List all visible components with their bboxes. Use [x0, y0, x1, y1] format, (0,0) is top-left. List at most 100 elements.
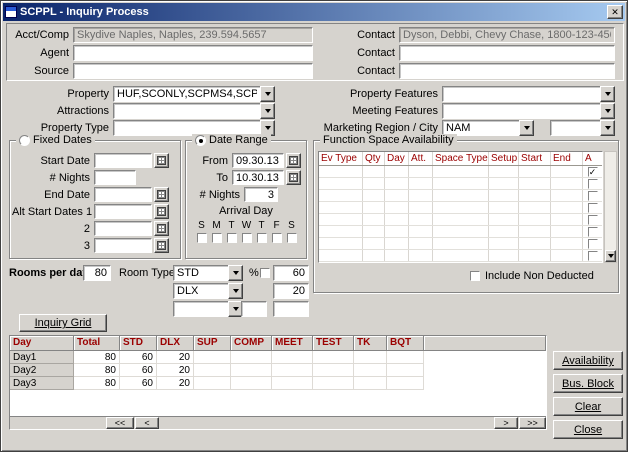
- grid-row[interactable]: Day2806020: [10, 364, 546, 377]
- room-type-3-input[interactable]: [173, 301, 229, 317]
- attractions-dropdown-button[interactable]: [260, 103, 275, 119]
- from-calendar-button[interactable]: [286, 153, 301, 168]
- from-date-field[interactable]: [232, 153, 284, 168]
- attractions-label: Attractions: [1, 104, 109, 119]
- function-space-cell: [551, 202, 583, 213]
- to-date-field[interactable]: [232, 170, 284, 185]
- availability-checkbox[interactable]: [588, 191, 598, 201]
- room-type-2-input[interactable]: [173, 283, 229, 299]
- acct-contact-field[interactable]: [399, 27, 615, 43]
- source-field[interactable]: [73, 63, 313, 79]
- acct-comp-field[interactable]: [73, 27, 313, 43]
- availability-checkbox[interactable]: [588, 203, 598, 213]
- room-type-2-value-field[interactable]: [273, 283, 309, 299]
- alt-start-3-field[interactable]: [94, 238, 152, 253]
- close-action-button[interactable]: Close: [553, 420, 623, 439]
- availability-checkbox[interactable]: [588, 251, 598, 261]
- date-range-radio[interactable]: [195, 135, 206, 146]
- start-date-calendar-button[interactable]: [154, 153, 169, 168]
- bus-block-button[interactable]: Bus. Block: [553, 374, 623, 393]
- function-space-cell: [385, 214, 409, 225]
- scroll-down-button[interactable]: [605, 250, 616, 262]
- function-space-row[interactable]: ✓: [319, 166, 602, 178]
- function-space-cell: [409, 250, 433, 261]
- property-combo-input[interactable]: [113, 86, 261, 102]
- arrival-day-checkbox[interactable]: [227, 233, 237, 243]
- availability-checkbox[interactable]: [588, 227, 598, 237]
- availability-button[interactable]: Availability: [553, 351, 623, 370]
- room-type-3-value-field[interactable]: [273, 301, 309, 317]
- grid-cell: [231, 351, 272, 364]
- function-space-cell: [489, 202, 519, 213]
- alt-start-2-field[interactable]: [94, 221, 152, 236]
- property-dropdown-button[interactable]: [260, 86, 275, 102]
- meeting-features-input[interactable]: [442, 103, 601, 119]
- agent-field[interactable]: [73, 45, 313, 61]
- marketing-city-input[interactable]: [550, 120, 601, 136]
- grid-prev-button[interactable]: <: [135, 417, 159, 429]
- grid-row[interactable]: Day3806020: [10, 377, 546, 390]
- marketing-city-dropdown-button[interactable]: [600, 120, 615, 136]
- arrival-day-checkbox[interactable]: [287, 233, 297, 243]
- inquiry-grid-button[interactable]: Inquiry Grid: [19, 314, 107, 332]
- grid-day-cell: Day3: [10, 377, 74, 390]
- rooms-per-day-field[interactable]: [83, 265, 111, 281]
- function-space-row[interactable]: [319, 250, 602, 262]
- availability-checkbox[interactable]: [588, 215, 598, 225]
- function-space-row[interactable]: [319, 190, 602, 202]
- source-contact-field[interactable]: [399, 63, 615, 79]
- alt-start-3-calendar-button[interactable]: [154, 238, 169, 253]
- grid-header: Total: [74, 336, 120, 351]
- arrival-day-checkbox[interactable]: [212, 233, 222, 243]
- availability-checkbox[interactable]: ✓: [588, 167, 598, 177]
- end-date-calendar-button[interactable]: [154, 187, 169, 202]
- start-date-field[interactable]: [94, 153, 152, 168]
- room-type-1-dropdown-button[interactable]: [228, 265, 243, 281]
- grid-day-cell: Day1: [10, 351, 74, 364]
- arrival-day-checkbox[interactable]: [242, 233, 252, 243]
- clear-button[interactable]: Clear: [553, 397, 623, 416]
- arrival-day-checkbox[interactable]: [272, 233, 282, 243]
- agent-contact-field[interactable]: [399, 45, 615, 61]
- function-space-row[interactable]: [319, 202, 602, 214]
- to-calendar-button[interactable]: [286, 170, 301, 185]
- availability-checkbox[interactable]: [588, 179, 598, 189]
- function-space-scrollbar[interactable]: [604, 151, 617, 263]
- arrival-day-checkbox-cell: [224, 232, 239, 244]
- room-type-3-extra-field[interactable]: [241, 301, 267, 317]
- function-space-cell: [433, 238, 489, 249]
- arrival-day-checkbox[interactable]: [257, 233, 267, 243]
- grid-next-button[interactable]: >: [494, 417, 518, 429]
- room-type-2-dropdown-button[interactable]: [228, 283, 243, 299]
- grid-last-button[interactable]: >>: [519, 417, 546, 429]
- availability-checkbox[interactable]: [588, 239, 598, 249]
- alt-start-2-calendar-button[interactable]: [154, 221, 169, 236]
- fixed-dates-radio[interactable]: [19, 135, 30, 146]
- meeting-features-dropdown-button[interactable]: [600, 103, 615, 119]
- range-nights-field[interactable]: [244, 187, 278, 202]
- arrival-day-checkbox[interactable]: [197, 233, 207, 243]
- inquiry-process-window: SCPPL - Inquiry Process ✕ Acct/Comp Cont…: [0, 0, 628, 452]
- property-features-dropdown-button[interactable]: [600, 86, 615, 102]
- alt-start-1-calendar-button[interactable]: [154, 204, 169, 219]
- function-space-row[interactable]: [319, 238, 602, 250]
- function-space-row[interactable]: [319, 214, 602, 226]
- titlebar[interactable]: SCPPL - Inquiry Process ✕: [3, 3, 625, 21]
- end-date-field[interactable]: [94, 187, 152, 202]
- alt-start-1-field[interactable]: [94, 204, 152, 219]
- room-type-1-input[interactable]: [173, 265, 229, 281]
- percent-checkbox[interactable]: [260, 268, 270, 278]
- function-space-header: Start: [519, 152, 551, 165]
- close-button[interactable]: ✕: [607, 5, 623, 19]
- function-space-row[interactable]: [319, 226, 602, 238]
- include-non-deducted-checkbox[interactable]: [470, 271, 480, 281]
- function-space-row[interactable]: [319, 178, 602, 190]
- fixed-nights-field[interactable]: [94, 170, 136, 185]
- property-features-input[interactable]: [442, 86, 601, 102]
- attractions-input[interactable]: [113, 103, 261, 119]
- grid-row[interactable]: Day1806020: [10, 351, 546, 364]
- grid-first-button[interactable]: <<: [106, 417, 134, 429]
- grid-cell: [231, 364, 272, 377]
- marketing-region-dropdown-button[interactable]: [519, 120, 534, 136]
- room-type-1-value-field[interactable]: [273, 265, 309, 281]
